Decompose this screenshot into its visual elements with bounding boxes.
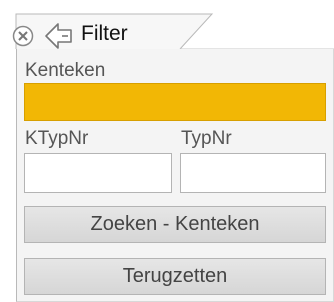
ktypnr-input[interactable] xyxy=(24,153,172,193)
back-arrow-icon[interactable] xyxy=(44,22,74,50)
search-kenteken-button[interactable]: Zoeken - Kenteken xyxy=(24,206,326,243)
filter-panel: Filter Kenteken KTypNr TypNr Zoeken - Ke… xyxy=(0,0,334,302)
close-icon[interactable] xyxy=(12,25,34,47)
typnr-input[interactable] xyxy=(180,153,326,193)
reset-button[interactable]: Terugzetten xyxy=(24,258,326,295)
typnr-label: TypNr xyxy=(181,128,232,149)
kenteken-input[interactable] xyxy=(24,83,326,121)
kenteken-label: Kenteken xyxy=(25,60,106,81)
ktypnr-label: KTypNr xyxy=(25,128,89,149)
tab-title: Filter xyxy=(81,22,128,45)
